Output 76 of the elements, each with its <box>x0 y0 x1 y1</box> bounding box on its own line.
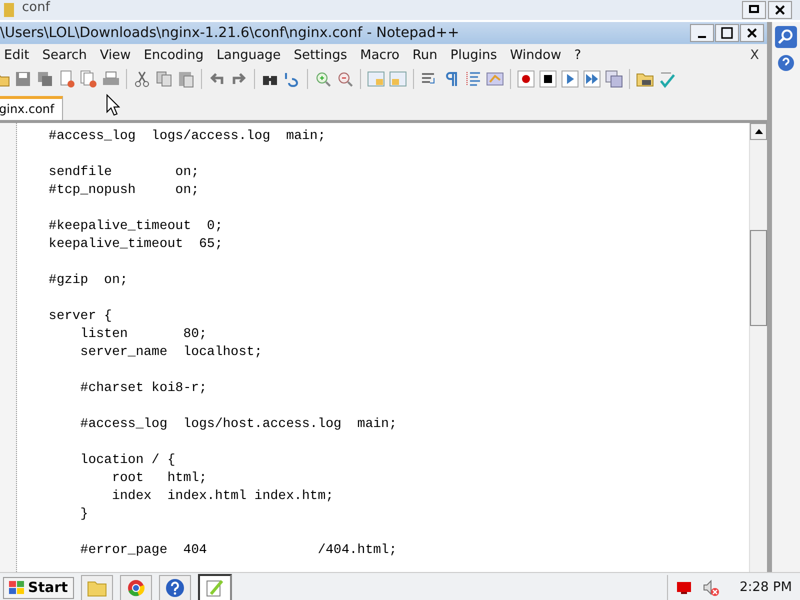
printer-icon[interactable] <box>102 70 120 88</box>
code-line: #gzip on; <box>48 271 129 289</box>
menu-item[interactable]: Edit <box>4 48 36 62</box>
clock[interactable]: 2:28 PM <box>740 580 792 595</box>
zoom-out-icon[interactable] <box>336 70 354 88</box>
menu-item[interactable]: Window <box>510 48 568 62</box>
close-icon <box>746 27 758 39</box>
monitor-icon[interactable] <box>676 580 692 594</box>
code-line: root html; <box>110 469 208 487</box>
code-line: #charset koi8-r; <box>79 379 208 397</box>
window-title: \Users\LOL\Downloads\nginx-1.21.6\conf\nginx.conf - Notepad++ <box>0 25 460 41</box>
notepad-icon <box>204 578 225 598</box>
windows-logo-icon <box>9 580 25 596</box>
menu-item[interactable]: Language <box>216 48 288 62</box>
code-line: keepalive_timeout 65; <box>48 235 224 253</box>
save-all-icon[interactable] <box>36 70 54 88</box>
code-line: sendfile on; <box>48 163 200 181</box>
file-tab[interactable]: ginx.conf <box>0 96 64 120</box>
code-line: #tcp_nopush on; <box>48 181 200 199</box>
restore-button[interactable] <box>742 1 766 19</box>
start-button[interactable]: Start <box>3 576 74 598</box>
menu-item[interactable]: ? <box>574 48 588 62</box>
indent-guide-icon[interactable] <box>464 70 482 88</box>
minimize-icon <box>698 36 706 38</box>
folder-icon <box>4 3 14 17</box>
record-icon[interactable] <box>517 70 535 88</box>
play-icon[interactable] <box>561 70 579 88</box>
document-map-icon[interactable] <box>486 70 504 88</box>
zoom-in-icon[interactable] <box>314 70 332 88</box>
maximize-button[interactable] <box>715 24 739 42</box>
code-line: listen 80; <box>79 325 208 343</box>
scissors-icon[interactable] <box>133 70 151 88</box>
save-icon[interactable] <box>14 70 32 88</box>
menu-item[interactable]: View <box>100 48 138 62</box>
code-line: server { <box>48 307 113 325</box>
scrollbar-thumb[interactable] <box>750 230 767 326</box>
checkmark-icon[interactable] <box>658 70 676 88</box>
paste-icon[interactable] <box>177 70 195 88</box>
close-file-icon[interactable] <box>58 70 76 88</box>
menu-item[interactable]: Encoding <box>144 48 211 62</box>
search-icon[interactable] <box>775 26 797 48</box>
code-line: #error_page 404 /404.html; <box>79 541 398 559</box>
maximize-icon <box>721 27 733 39</box>
stop-icon[interactable] <box>539 70 557 88</box>
close-button[interactable] <box>740 24 764 42</box>
up-arrow-icon[interactable] <box>754 129 762 134</box>
menu-item[interactable]: Settings <box>294 48 354 62</box>
speaker-muted-icon[interactable] <box>702 578 720 596</box>
code-line: } <box>79 505 90 523</box>
menu-item[interactable]: Macro <box>360 48 406 62</box>
code-line: #keepalive_timeout 0; <box>48 217 224 235</box>
mouse-pointer-icon <box>106 94 120 116</box>
code-line: #access_log logs/host.access.log main; <box>79 415 398 433</box>
menu-item[interactable]: Search <box>42 48 94 62</box>
browser-icon <box>126 578 145 596</box>
code-line: index index.html index.htm; <box>110 487 335 505</box>
window-title: conf <box>22 0 50 14</box>
close-all-icon[interactable] <box>80 70 98 88</box>
close-button[interactable] <box>768 1 792 19</box>
restore-icon <box>748 5 760 15</box>
help-icon <box>164 578 185 598</box>
menu-item[interactable]: Plugins <box>450 48 504 62</box>
fast-forward-icon[interactable] <box>583 70 601 88</box>
code-line: server_name localhost; <box>79 343 264 361</box>
folder-icon <box>86 578 107 596</box>
copy-icon[interactable] <box>155 70 173 88</box>
taskbar-button[interactable] <box>158 574 191 600</box>
menu-item[interactable]: Run <box>412 48 444 62</box>
code-line: location / { <box>79 451 176 469</box>
taskbar-button[interactable] <box>198 574 232 600</box>
save-macro-icon[interactable] <box>605 70 623 88</box>
help-icon[interactable] <box>777 54 795 72</box>
code-line: #access_log logs/access.log main; <box>48 127 327 145</box>
minimize-button[interactable] <box>690 24 714 42</box>
close-icon <box>774 4 786 16</box>
close-document-button[interactable]: X <box>750 48 759 62</box>
